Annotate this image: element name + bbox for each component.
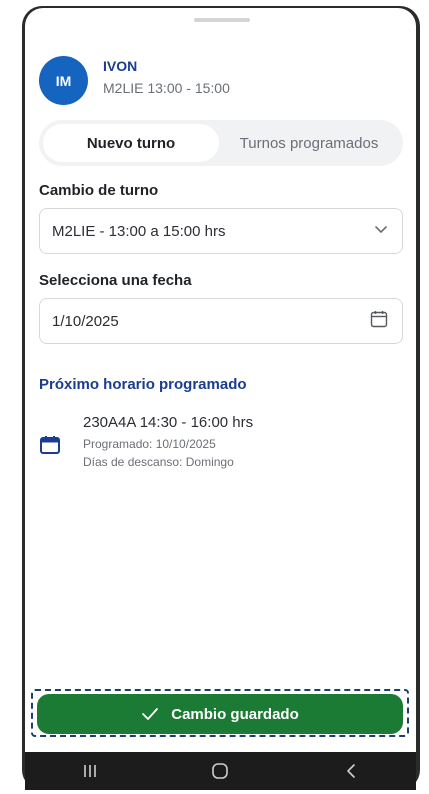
save-button-label: Cambio guardado (171, 705, 299, 723)
user-header: IM IVON M2LIE 13:00 - 15:00 (39, 54, 230, 105)
user-info: IVON M2LIE 13:00 - 15:00 (103, 54, 230, 96)
check-icon (142, 708, 159, 720)
bottom-sheet: IM IVON M2LIE 13:00 - 15:00 Nuevo turno … (25, 8, 416, 752)
home-button[interactable] (200, 756, 240, 786)
system-nav-bar (25, 752, 416, 790)
date-input[interactable]: 1/10/2025 (39, 298, 403, 344)
home-icon (212, 763, 229, 779)
shift-select-value: M2LIE - 13:00 a 15:00 hrs (52, 222, 226, 240)
next-schedule-time: 230A4A 14:30 - 16:00 hrs (83, 414, 254, 431)
recent-apps-icon (84, 765, 96, 777)
user-name: IVON (103, 58, 138, 74)
chevron-down-icon (374, 222, 388, 240)
next-schedule-title: Próximo horario programado (39, 376, 247, 393)
next-schedule-details: 230A4A 14:30 - 16:00 hrs Programado: 10/… (83, 412, 253, 469)
date-value: 1/10/2025 (52, 312, 119, 330)
calendar-icon (39, 434, 67, 469)
save-button[interactable]: Cambio guardado (37, 694, 403, 734)
calendar-icon[interactable] (370, 310, 388, 332)
user-current-shift: M2LIE 13:00 - 15:00 (103, 80, 230, 96)
shift-select[interactable]: M2LIE - 13:00 a 15:00 hrs (39, 208, 403, 254)
tab-turnos-programados[interactable]: Turnos programados (219, 124, 399, 162)
next-schedule-rest-days: Días de descanso: Domingo (83, 455, 234, 469)
date-label: Selecciona una fecha (39, 272, 192, 289)
back-button[interactable] (331, 756, 371, 786)
tab-bar: Nuevo turno Turnos programados (39, 120, 403, 166)
next-schedule-programmed: Programado: 10/10/2025 (83, 437, 216, 451)
tab-nuevo-turno[interactable]: Nuevo turno (43, 124, 219, 162)
drag-handle[interactable] (194, 18, 250, 22)
next-schedule-item: 230A4A 14:30 - 16:00 hrs Programado: 10/… (39, 412, 253, 469)
recent-apps-button[interactable] (70, 756, 110, 786)
back-icon (347, 764, 355, 778)
shift-change-label: Cambio de turno (39, 182, 159, 199)
avatar: IM (39, 56, 88, 105)
